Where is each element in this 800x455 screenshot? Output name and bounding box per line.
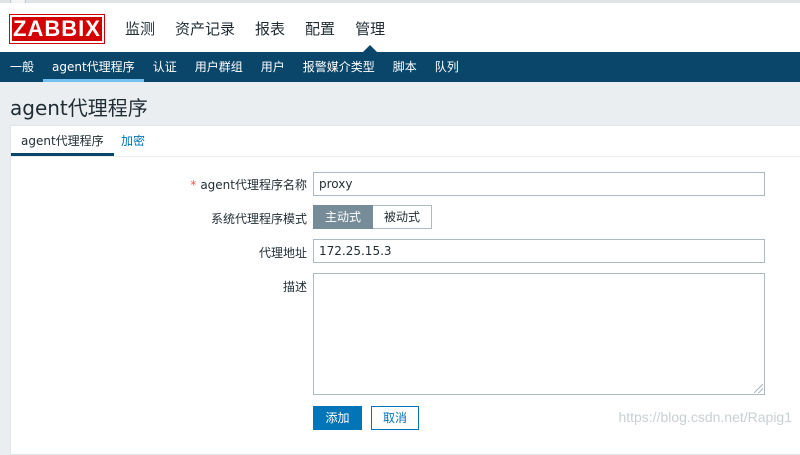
tab-bar: agent代理程序 加密 xyxy=(11,126,800,157)
sub-nav-general[interactable]: 一般 xyxy=(0,52,43,82)
sub-nav-user-groups[interactable]: 用户群组 xyxy=(186,52,252,82)
form-panel: agent代理程序 加密 * agent代理程序名称 proxy 系统代理程序模式… xyxy=(10,125,800,455)
mode-radio-group: 主动式 被动式 xyxy=(313,205,433,229)
mode-passive-option[interactable]: 被动式 xyxy=(373,205,433,229)
name-label-text: agent代理程序名称 xyxy=(200,178,307,192)
sub-nav-scripts[interactable]: 脚本 xyxy=(384,52,426,82)
sub-nav-queue[interactable]: 队列 xyxy=(426,52,468,82)
mode-active-option[interactable]: 主动式 xyxy=(313,205,374,229)
main-nav-administration[interactable]: 管理 xyxy=(345,3,395,52)
main-nav-monitoring[interactable]: 监测 xyxy=(115,3,165,52)
add-button[interactable]: 添加 xyxy=(313,406,362,430)
description-label: 描述 xyxy=(282,280,307,294)
cancel-button[interactable]: 取消 xyxy=(371,406,419,430)
main-nav-inventory[interactable]: 资产记录 xyxy=(165,3,245,52)
zabbix-logo[interactable]: ZABBIX xyxy=(9,14,105,44)
sub-nav-proxies[interactable]: agent代理程序 xyxy=(43,52,144,82)
sub-nav-authentication[interactable]: 认证 xyxy=(144,52,186,82)
address-label: 代理地址 xyxy=(258,246,307,260)
page-title: agent代理程序 xyxy=(10,96,148,120)
main-nav: 监测 资产记录 报表 配置 管理 xyxy=(115,3,395,52)
name-input[interactable]: proxy xyxy=(313,172,765,196)
main-nav-configuration[interactable]: 配置 xyxy=(295,3,345,52)
sub-nav-users[interactable]: 用户 xyxy=(252,52,294,82)
address-input[interactable]: 172.25.15.3 xyxy=(313,239,765,263)
mode-label: 系统代理程序模式 xyxy=(210,212,307,226)
required-mark: * xyxy=(190,178,197,192)
tab-proxy[interactable]: agent代理程序 xyxy=(11,126,114,156)
description-textarea[interactable] xyxy=(313,273,765,395)
sub-nav-media-types[interactable]: 报警媒介类型 xyxy=(294,52,384,82)
name-label: * agent代理程序名称 xyxy=(190,176,307,193)
resize-grip-icon[interactable] xyxy=(754,384,763,393)
main-nav-reports[interactable]: 报表 xyxy=(245,3,295,52)
sub-nav: 一般 agent代理程序 认证 用户群组 用户 报警媒介类型 脚本 队列 xyxy=(0,52,800,82)
tab-encryption[interactable]: 加密 xyxy=(111,126,155,156)
watermark: https://blog.csdn.net/Rapig1 xyxy=(618,409,792,425)
